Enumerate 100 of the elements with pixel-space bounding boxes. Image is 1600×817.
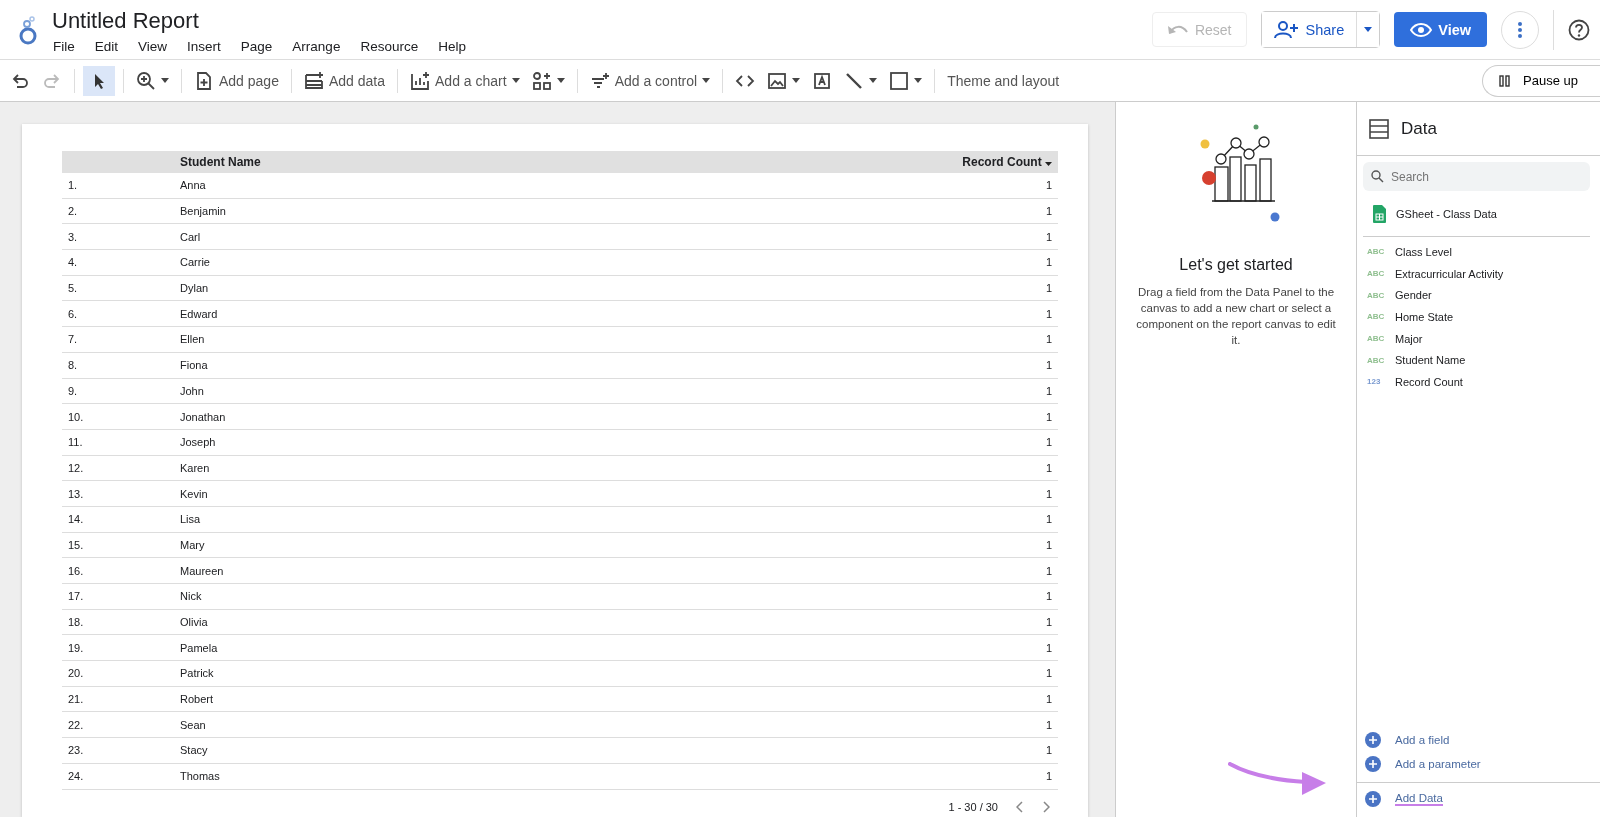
table-cell: Benjamin [174, 198, 596, 224]
table-cell: 1 [595, 763, 1058, 789]
field-item[interactable]: ABC Home State [1367, 306, 1600, 328]
table-cell: 1 [595, 326, 1058, 353]
table-cell: 1 [595, 275, 1058, 301]
caret-icon [1364, 27, 1373, 32]
row-number: 20. [62, 660, 174, 687]
menu-item[interactable]: View [128, 37, 178, 56]
menu-item[interactable]: Arrange [282, 37, 351, 56]
panel-action-link[interactable]: Add a parameter [1365, 752, 1600, 776]
table-cell: Patrick [174, 660, 596, 687]
toolbar-button[interactable]: Add page [190, 65, 283, 96]
table-cell: 1 [595, 403, 1058, 430]
row-number: 3. [62, 223, 174, 250]
pause-updates-button[interactable]: Pause up [1482, 64, 1600, 97]
row-number: 7. [62, 326, 174, 353]
table-cell: 1 [595, 378, 1058, 404]
shapes-icon [531, 70, 552, 91]
panel-action-link[interactable]: Add a field [1365, 728, 1600, 752]
menu-item[interactable]: Resource [350, 37, 429, 56]
table-cell: 1 [595, 480, 1058, 507]
add-data-link[interactable]: Add Data [1365, 787, 1592, 811]
table-cell: Maureen [174, 557, 596, 584]
table-cell: Fiona [174, 352, 596, 378]
eye-icon [1410, 22, 1433, 37]
column-header[interactable]: Student Name [174, 151, 596, 173]
table-cell: Robert [174, 686, 596, 712]
table-cell: 1 [595, 609, 1058, 635]
field-type-label: 123 [1367, 377, 1381, 387]
table-cell: Ellen [174, 326, 596, 353]
row-number: 6. [62, 300, 174, 327]
table-cell: Thomas [174, 763, 596, 789]
table-cell: 1 [595, 429, 1058, 456]
column-header[interactable]: Record Count [595, 151, 1058, 173]
table-cell: Stacy [174, 737, 596, 764]
row-number: 15. [62, 532, 174, 558]
table-cell: Pamela [174, 634, 596, 661]
help-icon[interactable] [1568, 18, 1590, 41]
data-icon [303, 70, 324, 91]
row-number: 11. [62, 429, 174, 456]
toolbar-button[interactable]: Theme and layout [943, 65, 1064, 96]
image-icon [767, 70, 788, 91]
row-number: 5. [62, 275, 174, 301]
pause-icon [1499, 74, 1511, 87]
zoom-icon [136, 70, 156, 91]
table-cell: Carrie [174, 249, 596, 276]
chart-icon [410, 70, 430, 91]
table-cell: 1 [595, 506, 1058, 533]
table-cell: 1 [595, 737, 1058, 764]
toolbar-button[interactable]: Add a chart [406, 65, 524, 96]
row-number: 19. [62, 634, 174, 661]
empty-state-heading: Let's get started [1179, 256, 1293, 274]
row-number: 21. [62, 686, 174, 712]
toolbar-button[interactable]: Add data [299, 65, 389, 96]
field-item[interactable]: ABC Extracurricular Activity [1367, 262, 1600, 285]
table-cell: Anna [174, 173, 596, 199]
sort-caret-icon [1045, 162, 1052, 166]
row-number: 17. [62, 583, 174, 610]
row-number: 12. [62, 455, 174, 481]
row-number: 4. [62, 249, 174, 276]
add-circle-icon [1365, 756, 1381, 772]
row-number: 18. [62, 609, 174, 635]
row-number: 16. [62, 557, 174, 584]
table-cell: 1 [595, 532, 1058, 558]
add-person-icon [1273, 20, 1298, 39]
field-item[interactable]: 123 Record Count [1367, 371, 1600, 393]
menu-item[interactable]: Help [428, 37, 476, 56]
chevron-right-icon[interactable] [1042, 801, 1050, 813]
share-dropdown-button[interactable] [1356, 12, 1380, 47]
panel-title: Data [1401, 118, 1437, 139]
table-cell: 1 [595, 455, 1058, 481]
search-field[interactable]: Search [1363, 162, 1590, 191]
more-options-button[interactable] [1501, 10, 1539, 49]
view-button[interactable]: View [1394, 12, 1487, 47]
spreadsheet-icon [1373, 204, 1386, 223]
table-cell: Olivia [174, 609, 596, 635]
table-cell: 1 [595, 634, 1058, 661]
field-item[interactable]: ABC Gender [1367, 284, 1600, 307]
menu-item[interactable]: File [52, 37, 85, 56]
field-item[interactable]: ABC Major [1367, 327, 1600, 350]
pagination-text: 1 - 30 / 30 [948, 801, 998, 813]
table-cell: 1 [595, 686, 1058, 712]
table-cell: Carl [174, 223, 596, 250]
field-item[interactable]: ABC Student Name [1367, 349, 1600, 372]
row-number: 24. [62, 763, 174, 789]
report-title[interactable]: Untitled Report [52, 3, 476, 34]
toolbar-button[interactable]: Add a control [585, 65, 715, 96]
menu-item[interactable]: Edit [84, 37, 129, 56]
menu-item[interactable]: Insert [177, 37, 231, 56]
textbox-icon [812, 70, 833, 91]
row-number: 8. [62, 352, 174, 378]
table-cell: Lisa [174, 506, 596, 533]
row-number: 9. [62, 378, 174, 404]
table-cell: John [174, 378, 596, 404]
table-cell: 1 [595, 660, 1058, 687]
field-item[interactable]: ABC Class Level [1367, 241, 1600, 263]
chevron-left-icon[interactable] [1016, 801, 1024, 813]
toolbar-icon-button[interactable] [83, 65, 115, 96]
menu-item[interactable]: Page [230, 37, 283, 56]
data-source-name[interactable]: GSheet - Class Data [1396, 207, 1497, 220]
